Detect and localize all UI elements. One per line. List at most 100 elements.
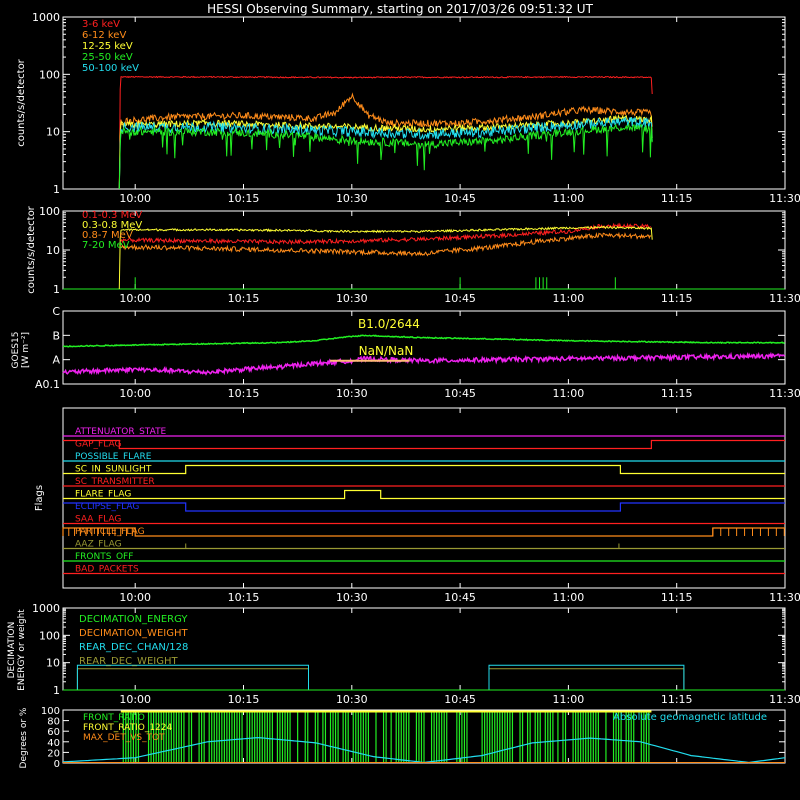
legend-entry: REAR_DEC_WEIGHT — [79, 656, 178, 667]
panel-hxr-legend: 3-6 keV6-12 keV12-25 keV25-50 keV50-100 … — [82, 19, 139, 74]
x-tick-label: 10:00 — [119, 693, 151, 706]
x-tick-label: 11:00 — [553, 387, 585, 400]
x-tick-label: 10:15 — [228, 693, 260, 706]
legend-entry: FRONT_RATIO_1224 — [83, 723, 173, 733]
panel-goes-xticks: 10:00 10:15 10:30 10:45 11:00 11:15 11:30 — [119, 311, 800, 400]
x-tick-label: 10:15 — [228, 192, 260, 205]
panel-goes-ylabel-1: GOES15 — [11, 332, 21, 369]
x-tick-label: 10:45 — [444, 192, 476, 205]
flag-label: FRONTS_OFF — [75, 552, 133, 562]
y-tick-label: A0.1 — [35, 378, 60, 391]
goes-nan-annotation: NaN/NaN — [359, 344, 414, 358]
panel-gamma-yticks: 1 10 100 — [39, 205, 785, 296]
chart-title: HESSI Observing Summary, starting on 201… — [207, 2, 593, 16]
y-tick-label: 1 — [53, 183, 60, 196]
goes-long-line — [62, 334, 785, 348]
series-line-12-25-kev — [118, 114, 653, 190]
flag-label: BAD_PACKETS — [75, 565, 139, 575]
panel-gamma-legend: 0.1-0.3 MeV0.3-0.8 MeV0.8-7 MeV7-20 MeV — [82, 210, 142, 251]
y-tick-label: 10 — [46, 244, 60, 257]
flag-label: PARTICLE_FLAG — [75, 527, 145, 537]
y-tick-label: 100 — [41, 706, 60, 717]
flag-label: SC_TRANSMITTER — [75, 477, 155, 487]
x-tick-label: 10:45 — [444, 292, 476, 305]
panel-decimation-ylabel-1: DECIMATION — [7, 622, 17, 679]
x-tick-label: 11:00 — [553, 591, 585, 604]
x-tick-label: 10:15 — [228, 292, 260, 305]
panel-geo: 020406080100 Degrees or % FRONT_RATIOFRO… — [19, 706, 786, 770]
y-tick-label: 40 — [47, 738, 60, 749]
series-line-0-8-7-mev — [120, 231, 652, 257]
geomagnetic-latitude-label: Absolute geomagnetic latitude — [613, 712, 767, 723]
x-tick-label: 10:30 — [336, 387, 368, 400]
y-tick-label: 20 — [47, 748, 60, 759]
series-line-6-12-kev — [118, 92, 653, 190]
panel-hxr-ylabel: counts/s/detector — [16, 58, 27, 146]
x-tick-label: 11:15 — [661, 292, 693, 305]
legend-entry: 3-6 keV — [82, 19, 120, 30]
panel-gamma-xticks: 10:00 10:15 10:30 10:45 11:00 11:15 11:30 — [119, 211, 800, 305]
y-tick-label: 1000 — [32, 11, 60, 24]
legend-entry: FRONT_RATIO — [83, 713, 145, 723]
panel-gamma-ylabel: counts/s/detector — [26, 205, 37, 293]
legend-entry: 50-100 keV — [82, 63, 139, 74]
x-tick-label: 11:00 — [553, 693, 585, 706]
y-tick-label: 100 — [39, 68, 60, 81]
panel-goes-frame — [62, 310, 786, 385]
x-tick-label: 11:30 — [769, 591, 800, 604]
legend-entry: 12-25 keV — [82, 41, 133, 52]
flag-label: ECLIPSE_FLAG — [75, 502, 139, 512]
observing-summary-figure: HESSI Observing Summary, starting on 201… — [7, 2, 800, 770]
x-tick-label: 11:15 — [661, 591, 693, 604]
goes-short-line — [62, 351, 786, 376]
y-tick-label: 1 — [53, 684, 60, 697]
x-tick-label: 11:30 — [769, 693, 800, 706]
panel-flags-xticks: 10:00 10:15 10:30 10:45 11:00 11:15 11:30 — [119, 408, 800, 604]
flag-label: ATTENUATOR_STATE — [75, 427, 167, 437]
x-tick-label: 10:30 — [336, 591, 368, 604]
x-tick-label: 11:00 — [553, 192, 585, 205]
legend-entry: 6-12 keV — [82, 30, 126, 41]
flag-line-gap-flag — [63, 439, 785, 450]
panel-hxr: 1 10 100 1000 10:00 10:15 10:30 10:45 11:00 11:1… — [16, 11, 800, 205]
flag-line-sc-in-sunlight — [63, 464, 785, 475]
y-tick-label: 60 — [47, 727, 60, 738]
x-tick-label: 10:30 — [336, 693, 368, 706]
panel-decimation-xticks: 10:00 10:15 10:30 10:45 11:00 11:15 11:30 — [119, 608, 800, 706]
x-tick-label: 10:00 — [119, 292, 151, 305]
y-tick-label: 0 — [54, 759, 60, 770]
panel-goes: A0.1 ABC 10:00 10:15 10:30 10:45 11:00 11:15 11… — [11, 305, 800, 400]
flag-label: SAA_FLAG — [75, 515, 121, 525]
legend-entry: 7-20 MeV — [82, 240, 130, 251]
flag-label: FLARE_FLAG — [75, 490, 131, 500]
flag-label: GAP_FLAG — [75, 440, 121, 450]
panel-flags: 10:00 10:15 10:30 10:45 11:00 11:15 11:30 ATTE… — [34, 407, 800, 604]
legend-entry: MAX_DET_VS_TOT — [83, 733, 165, 743]
flag-label: AAZ_FLAG — [75, 540, 122, 550]
x-tick-label: 10:30 — [336, 192, 368, 205]
y-tick-label: B — [52, 329, 60, 342]
panel-gamma-frame — [62, 210, 786, 290]
x-tick-label: 10:00 — [119, 591, 151, 604]
legend-entry: DECIMATION_ENERGY — [79, 614, 188, 625]
x-tick-label: 11:30 — [769, 192, 800, 205]
x-tick-label: 10:00 — [119, 192, 151, 205]
x-tick-label: 10:30 — [336, 292, 368, 305]
y-tick-label: 10 — [46, 657, 60, 670]
x-tick-label: 11:00 — [553, 292, 585, 305]
y-tick-label: 100 — [39, 629, 60, 642]
x-tick-label: 11:15 — [661, 387, 693, 400]
y-tick-label: 80 — [47, 717, 60, 728]
x-tick-label: 10:45 — [444, 693, 476, 706]
y-tick-label: C — [52, 305, 60, 318]
x-tick-label: 11:30 — [769, 292, 800, 305]
x-tick-label: 11:15 — [661, 192, 693, 205]
x-tick-label: 10:45 — [444, 591, 476, 604]
panel-decimation-ylabel-2: ENERGY or weight — [17, 609, 27, 691]
flag-line-flare-flag — [63, 489, 785, 500]
goes-class-annotation: B1.0/2644 — [358, 317, 420, 331]
legend-entry: REAR_DEC_CHAN/128 — [79, 642, 188, 653]
x-tick-label: 11:30 — [769, 387, 800, 400]
flag-label: POSSIBLE_FLARE — [75, 452, 152, 462]
y-tick-label: 1 — [53, 283, 60, 296]
